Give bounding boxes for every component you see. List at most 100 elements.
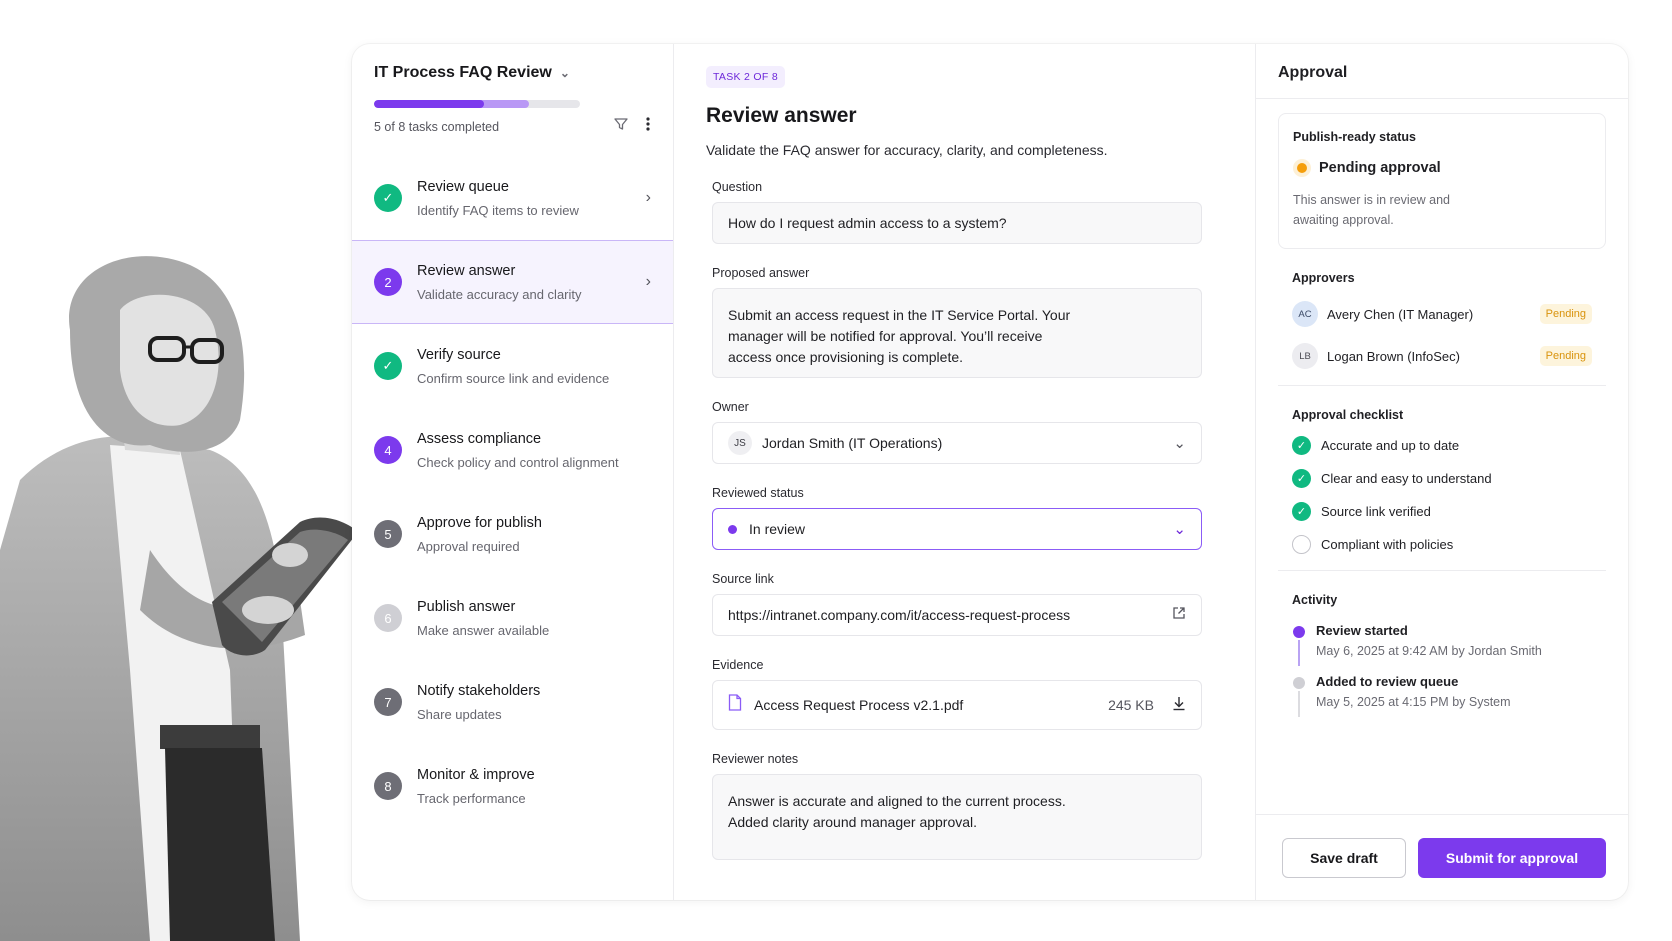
question-value: How do I request admin access to a syste… (728, 215, 1007, 231)
task-item-notify-stakeholders[interactable]: 7 Notify stakeholders Share updates (352, 660, 673, 744)
proposed-answer-field[interactable]: Submit an access request in the IT Servi… (712, 288, 1202, 378)
approvers-title: Approvers (1292, 271, 1355, 285)
task-subtitle: Track performance (417, 790, 526, 806)
reviewer-notes-label: Reviewer notes (712, 752, 799, 766)
evidence-file[interactable]: Access Request Process v2.1.pdf 245 KB (712, 680, 1202, 730)
check-circle-icon: ✓ (1292, 436, 1311, 455)
project-title-dropdown[interactable]: IT Process FAQ Review ⌄ (352, 64, 673, 82)
source-link-field[interactable]: https://intranet.company.com/it/access-r… (712, 594, 1202, 636)
question-field[interactable]: How do I request admin access to a syste… (712, 202, 1202, 244)
reviewer-notes-field[interactable]: Answer is accurate and aligned to the cu… (712, 774, 1202, 860)
filter-icon[interactable] (613, 116, 629, 136)
faq-review-app: IT Process FAQ Review ⌄ 5 of 8 tasks com… (352, 44, 1628, 900)
file-icon (728, 694, 742, 716)
task-item-monitor-improve[interactable]: 8 Monitor & improve Track performance (352, 744, 673, 828)
status-badge: Pending (1539, 304, 1592, 324)
task-badge: TASK 2 OF 8 (706, 66, 785, 88)
activity-item: Review started May 6, 2025 at 9:42 AM by… (1292, 623, 1592, 666)
save-draft-button[interactable]: Save draft (1282, 837, 1406, 878)
owner-select[interactable]: JS Jordan Smith (IT Operations) ⌄ (712, 422, 1202, 464)
task-subtitle: Validate accuracy and clarity (417, 286, 582, 302)
task-title: Review queue (417, 178, 509, 195)
owner-value: Jordan Smith (IT Operations) (762, 435, 943, 451)
task-item-verify-source[interactable]: ✓ Verify source Confirm source link and … (352, 324, 673, 408)
task-text: Review queue Identify FAQ items to revie… (417, 179, 646, 218)
check-circle-icon: ✓ (1292, 469, 1311, 488)
task-subtitle: Make answer available (417, 622, 550, 638)
check-icon: ✓ (374, 184, 402, 212)
approver-name: Avery Chen (IT Manager) (1327, 306, 1474, 322)
step-number-badge: 8 (374, 772, 402, 800)
avatar: LB (1292, 343, 1318, 369)
task-item-approve-for-publish[interactable]: 5 Approve for publish Approval required (352, 492, 673, 576)
task-text: Notify stakeholders Share updates (417, 683, 651, 722)
progress-block: 5 of 8 tasks completed (374, 100, 580, 134)
check-icon: ✓ (374, 352, 402, 380)
timeline-dot (1293, 626, 1305, 638)
review-form: TASK 2 OF 8 Review answer Validate the F… (674, 44, 1256, 900)
step-number-badge: 5 (374, 520, 402, 548)
reviewed-status-value: In review (749, 521, 806, 537)
task-text: Publish answer Make answer available (417, 599, 651, 638)
task-text: Assess compliance Check policy and contr… (417, 431, 651, 470)
external-link-icon[interactable] (1172, 606, 1186, 624)
task-text: Verify source Confirm source link and ev… (417, 347, 651, 386)
approver-row[interactable]: AC Avery Chen (IT Manager) Pending (1292, 301, 1592, 327)
activity-title-text: Review started (1316, 623, 1408, 638)
step-number-badge: 6 (374, 604, 402, 632)
task-subtitle: Approval required (417, 538, 520, 554)
task-title: Verify source (417, 346, 501, 363)
task-title: Notify stakeholders (417, 682, 541, 699)
progress-row: 5 of 8 tasks completed (352, 82, 673, 136)
checklist-title: Approval checklist (1292, 408, 1404, 422)
task-item-review-answer[interactable]: 2 Review answer Validate accuracy and cl… (352, 240, 673, 324)
task-subtitle: Share updates (417, 706, 502, 722)
task-sidebar: IT Process FAQ Review ⌄ 5 of 8 tasks com… (352, 44, 674, 900)
pending-dot (1297, 163, 1307, 173)
question-label: Question (712, 180, 763, 194)
checklist-item[interactable]: ✓ Source link verified (1292, 502, 1592, 521)
step-number-badge: 7 (374, 688, 402, 716)
checklist-label: Compliant with policies (1321, 537, 1454, 552)
evidence-filename: Access Request Process v2.1.pdf (754, 697, 964, 713)
proposed-answer-label: Proposed answer (712, 266, 810, 280)
download-icon[interactable] (1172, 696, 1186, 715)
progress-bar-fill (374, 100, 485, 108)
checklist-label: Accurate and up to date (1321, 438, 1460, 453)
activity-detail: May 5, 2025 at 4:15 PM by System (1316, 695, 1511, 709)
status-description: This answer is in review and awaiting ap… (1293, 193, 1451, 227)
sidebar-tools (613, 116, 651, 136)
task-subtitle: Confirm source link and evidence (417, 370, 610, 386)
status-value: Pending approval (1319, 160, 1441, 176)
task-text: Monitor & improve Track performance (417, 767, 651, 806)
checklist-item[interactable]: ✓ Clear and easy to understand (1292, 469, 1592, 488)
checklist-item[interactable]: ✓ Accurate and up to date (1292, 436, 1592, 455)
reviewer-notes-line: Added clarity around manager approval. (728, 814, 978, 830)
approver-row[interactable]: LB Logan Brown (InfoSec) Pending (1292, 343, 1592, 369)
more-options-icon[interactable] (645, 116, 651, 136)
task-item-review-queue[interactable]: ✓ Review queue Identify FAQ items to rev… (352, 156, 673, 240)
avatar: AC (1292, 301, 1318, 327)
empty-circle-icon (1292, 535, 1311, 554)
task-item-publish-answer[interactable]: 6 Publish answer Make answer available (352, 576, 673, 660)
page-title: Review answer (706, 104, 857, 127)
approval-header: Approval (1256, 44, 1628, 99)
chevron-right-icon: › (645, 273, 651, 290)
approval-panel: Approval Publish-ready status Pending ap… (1256, 44, 1628, 900)
approval-body: Publish-ready status Pending approval Th… (1256, 99, 1628, 814)
reviewed-status-select[interactable]: In review ⌄ (712, 508, 1202, 550)
activity-section: Activity Review started May 6, 2025 at 9… (1278, 571, 1606, 717)
activity-item: Added to review queue May 5, 2025 at 4:1… (1292, 674, 1592, 717)
activity-title-text: Added to review queue (1316, 674, 1459, 689)
task-title: Monitor & improve (417, 766, 535, 783)
submit-for-approval-button[interactable]: Submit for approval (1418, 837, 1606, 878)
step-number-badge: 4 (374, 436, 402, 464)
source-link-label: Source link (712, 572, 774, 586)
source-link-value: https://intranet.company.com/it/access-r… (728, 607, 1071, 623)
stage: IT Process FAQ Review ⌄ 5 of 8 tasks com… (0, 0, 1672, 941)
step-number-badge: 2 (374, 268, 402, 296)
evidence-size: 245 KB (1108, 697, 1154, 713)
checklist-item[interactable]: Compliant with policies (1292, 535, 1592, 554)
task-item-assess-compliance[interactable]: 4 Assess compliance Check policy and con… (352, 408, 673, 492)
checklist-label: Clear and easy to understand (1321, 471, 1492, 486)
